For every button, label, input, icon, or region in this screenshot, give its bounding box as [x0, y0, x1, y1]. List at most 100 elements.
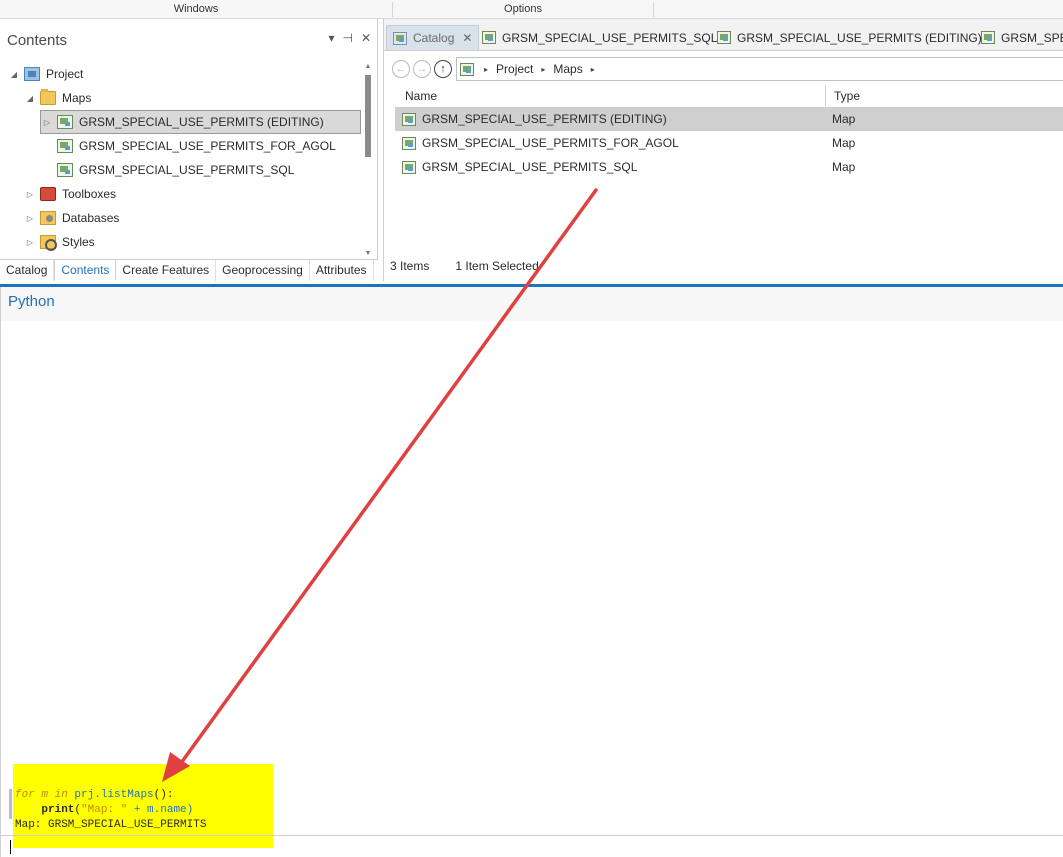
forward-icon[interactable]: →	[413, 60, 431, 78]
item-name: GRSM_SPECIAL_USE_PERMITS_FOR_AGOL	[422, 136, 679, 150]
tab-geoprocessing[interactable]: Geoprocessing	[216, 260, 310, 281]
tree-scrollbar[interactable]: ▲ ▼	[363, 63, 373, 257]
arcgis-pro-window: Windows Options Contents ▾ ⊣ ✕ ◢ Project…	[0, 0, 1063, 857]
doc-tab-label: GRSM_SPECIAL_USE_PERMITS (EDITING)	[737, 30, 982, 45]
breadcrumb-project[interactable]: Project	[496, 62, 533, 76]
pane-controls: ▾ ⊣ ✕	[328, 31, 371, 45]
expand-arrow-icon[interactable]: ▷	[24, 214, 36, 223]
python-pane-title: Python	[8, 293, 55, 310]
tab-attributes[interactable]: Attributes	[310, 260, 374, 281]
item-type: Map	[832, 160, 856, 174]
item-type: Map	[832, 112, 856, 126]
expand-arrow-icon[interactable]: ▷	[41, 118, 53, 127]
tab-contents[interactable]: Contents	[54, 260, 117, 281]
tree-item-styles[interactable]: ▷ Styles	[24, 231, 95, 253]
styles-icon	[40, 235, 57, 251]
prompt-divider	[1, 835, 1063, 836]
list-item[interactable]: GRSM_SPECIAL_USE_PERMITS_FOR_AGOL Map	[395, 131, 1063, 155]
contents-pane: Contents ▾ ⊣ ✕ ◢ Project ◢ Maps ▷ GRSM_S…	[0, 19, 378, 281]
doc-tab-label: GRSM_SPECIAL_USE_PERMITS_SQL	[502, 30, 718, 45]
folder-icon	[40, 89, 56, 105]
tree-item-label: Toolboxes	[62, 187, 117, 201]
location-icon	[460, 62, 474, 76]
list-item[interactable]: GRSM_SPECIAL_USE_PERMITS_SQL Map	[395, 155, 1063, 179]
breadcrumb-separator-icon[interactable]: ▸	[591, 65, 595, 74]
tree-item-toolboxes[interactable]: ▷ Toolboxes	[24, 183, 116, 205]
python-pane: Python for m in prj.listMaps(): print("M…	[0, 287, 1063, 857]
column-header-name[interactable]: Name	[405, 84, 437, 108]
contents-pane-title: Contents	[7, 32, 68, 49]
toolbox-icon	[40, 187, 56, 201]
expand-arrow-icon[interactable]: ▷	[24, 190, 36, 199]
tree-item-project[interactable]: ◢ Project	[8, 63, 83, 85]
tree-item-label: Databases	[62, 211, 120, 225]
catalog-view: Catalog ✕ GRSM_SPECIAL_USE_PERMITS_SQL G…	[383, 19, 1063, 281]
map-icon	[981, 31, 995, 44]
pin-icon[interactable]: ⊣	[342, 31, 352, 45]
project-icon	[24, 67, 40, 81]
item-name: GRSM_SPECIAL_USE_PERMITS_SQL	[422, 160, 638, 174]
list-header: Name Type	[396, 84, 1063, 108]
expand-arrow-icon[interactable]: ◢	[24, 94, 36, 103]
ribbon-group-windows: Windows	[173, 3, 219, 15]
breadcrumb[interactable]: ▸ Project ▸ Maps ▸	[456, 57, 1063, 81]
close-icon[interactable]: ✕	[361, 31, 371, 45]
tree-item-databases[interactable]: ▷ Databases	[24, 207, 119, 229]
column-divider[interactable]	[825, 86, 826, 106]
database-icon	[40, 211, 56, 225]
map-icon	[57, 139, 73, 153]
scrollbar-thumb[interactable]	[365, 75, 371, 157]
back-icon[interactable]: ←	[392, 60, 410, 78]
code-line: print("Map: " + m.name)	[41, 804, 194, 816]
ribbon-group-options: Options	[504, 3, 542, 15]
pane-menu-icon[interactable]: ▾	[328, 31, 334, 45]
tree-item-map-editing[interactable]: ▷ GRSM_SPECIAL_USE_PERMITS (EDITING)	[40, 110, 361, 134]
tab-create-features[interactable]: Create Features	[116, 260, 217, 281]
catalog-icon	[393, 31, 407, 45]
map-icon	[717, 31, 731, 44]
scroll-up-icon[interactable]: ▲	[363, 63, 373, 70]
doc-tab-map-sql[interactable]: GRSM_SPECIAL_USE_PERMITS_SQL	[482, 25, 717, 50]
map-icon	[402, 112, 416, 126]
list-item[interactable]: GRSM_SPECIAL_USE_PERMITS (EDITING) Map	[395, 107, 1063, 131]
map-icon	[402, 160, 416, 174]
python-input-cursor[interactable]	[10, 840, 11, 854]
tree-item-label: GRSM_SPECIAL_USE_PERMITS_SQL	[79, 163, 295, 177]
item-name: GRSM_SPECIAL_USE_PERMITS (EDITING)	[422, 112, 667, 126]
document-tab-strip: Catalog ✕ GRSM_SPECIAL_USE_PERMITS_SQL G…	[384, 19, 1063, 51]
expand-arrow-icon[interactable]: ▷	[24, 238, 36, 247]
item-type: Map	[832, 136, 856, 150]
doc-tab-catalog[interactable]: Catalog ✕	[386, 25, 480, 50]
code-output-line: Map: GRSM_SPECIAL_USE_PERMITS	[15, 819, 207, 831]
doc-tab-label: GRSM_SPEC	[1001, 30, 1063, 45]
tree-item-label: GRSM_SPECIAL_USE_PERMITS_FOR_AGOL	[79, 139, 336, 153]
python-title-bar	[1, 287, 1063, 321]
map-icon	[402, 136, 416, 150]
tree-item-label: Styles	[62, 235, 95, 249]
tree-item-maps[interactable]: ◢ Maps	[24, 87, 91, 109]
item-count: 3 Items	[390, 259, 430, 273]
tree-item-map-sql[interactable]: GRSM_SPECIAL_USE_PERMITS_SQL	[41, 159, 294, 181]
code-line: for m in prj.listMaps():	[15, 789, 174, 801]
tree-item-map-for-agol[interactable]: GRSM_SPECIAL_USE_PERMITS_FOR_AGOL	[41, 135, 336, 157]
up-folder-icon[interactable]: ↑	[434, 60, 452, 78]
selected-count: 1 Item Selected	[455, 259, 539, 273]
doc-tab-label: Catalog	[413, 31, 455, 45]
breadcrumb-separator-icon: ▸	[484, 64, 489, 74]
doc-tab-map-spec[interactable]: GRSM_SPEC	[981, 25, 1063, 50]
tree-item-label: Project	[46, 67, 84, 81]
tab-catalog[interactable]: Catalog	[0, 260, 55, 281]
doc-tab-map-editing[interactable]: GRSM_SPECIAL_USE_PERMITS (EDITING)	[717, 25, 982, 50]
map-icon	[57, 163, 73, 177]
pane-tab-strip: Catalog Contents Create Features Geoproc…	[0, 259, 378, 281]
close-icon[interactable]: ✕	[462, 31, 472, 45]
breadcrumb-separator-icon: ▸	[541, 64, 546, 74]
map-icon	[57, 115, 73, 129]
expand-arrow-icon[interactable]: ◢	[8, 70, 20, 79]
scroll-down-icon[interactable]: ▼	[363, 250, 373, 257]
map-icon	[482, 31, 496, 44]
column-header-type[interactable]: Type	[834, 84, 860, 108]
status-bar: 3 Items 1 Item Selected	[390, 259, 539, 273]
ribbon-group-labels: Windows Options	[0, 0, 1063, 19]
breadcrumb-maps[interactable]: Maps	[553, 62, 582, 76]
